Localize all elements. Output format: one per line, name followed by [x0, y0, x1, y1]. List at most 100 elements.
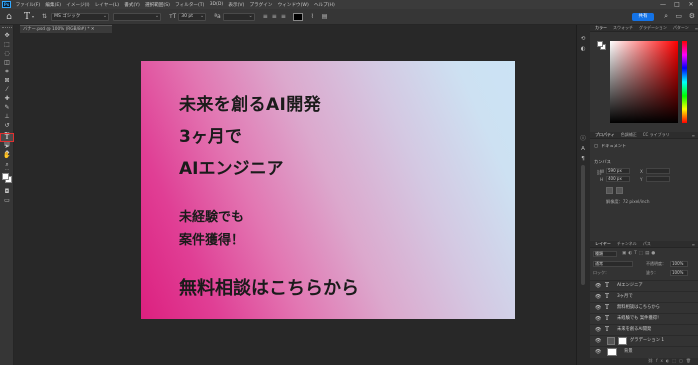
layer-row[interactable]: 👁 T 無料相談はこちらから [590, 302, 698, 313]
height-field[interactable]: 400 px [606, 176, 630, 182]
object-selection-tool-icon[interactable]: ◫ [0, 58, 14, 67]
menu-view[interactable]: 表示(V) [226, 2, 247, 8]
tab-channels[interactable]: チャンネル [614, 241, 640, 247]
link-icon[interactable]: ⛓ [596, 170, 602, 176]
type-tool-icon[interactable]: T [24, 12, 30, 22]
info-panel-icon[interactable]: ⓘ [578, 134, 588, 144]
menu-type[interactable]: 書式(Y) [122, 2, 143, 8]
tab-adjustments[interactable]: 色調補正 [618, 132, 640, 138]
crop-tool-icon[interactable]: ⌗ [0, 67, 14, 76]
warp-text-icon[interactable]: ⌇ [311, 13, 314, 20]
visibility-eye-icon[interactable]: 👁 [595, 327, 601, 333]
hand-tool-icon[interactable]: ✋ [0, 151, 14, 160]
tab-patterns[interactable]: パターン [670, 25, 692, 31]
layer-row[interactable]: 👁 T 3ヶ月で [590, 291, 698, 302]
fill-field[interactable]: 100% [670, 270, 688, 276]
blend-mode-select[interactable]: 通常 [593, 261, 633, 267]
menu-3d[interactable]: 3D(D) [207, 2, 226, 7]
maximize-button[interactable]: □ [670, 1, 684, 8]
layer-row[interactable]: 👁 グラデーション 1 [590, 335, 698, 346]
healing-brush-tool-icon[interactable]: ✚ [0, 94, 14, 103]
text-orientation-icon[interactable]: ⇅ [42, 13, 47, 20]
x-field[interactable] [646, 168, 670, 174]
tab-cc-libraries[interactable]: CC ライブラリ [640, 132, 673, 138]
font-style-select[interactable] [113, 12, 162, 21]
scrollbar-thumb[interactable] [581, 165, 585, 285]
y-field[interactable] [646, 176, 670, 182]
text-color-swatch[interactable] [292, 12, 303, 21]
color-spectrum-field[interactable] [610, 41, 678, 123]
history-panel-icon[interactable]: ⟲ [578, 34, 588, 44]
home-icon[interactable]: ⌂ [4, 12, 14, 22]
visibility-eye-icon[interactable]: 👁 [595, 316, 601, 322]
lasso-tool-icon[interactable]: ◌ [0, 49, 14, 58]
antialias-select[interactable] [222, 12, 255, 21]
width-field[interactable]: 590 px [606, 168, 630, 174]
menu-file[interactable]: ファイル(F) [13, 2, 43, 8]
tab-layers[interactable]: レイヤー [592, 241, 614, 247]
settings-icon[interactable]: ⚙ [689, 12, 695, 20]
minimize-button[interactable]: — [656, 1, 670, 8]
visibility-eye-icon[interactable]: 👁 [595, 283, 601, 289]
menu-edit[interactable]: 編集(E) [43, 2, 64, 8]
layer-filter-icons[interactable]: ▣◐T⬚▤● [622, 251, 657, 256]
panel-menu-icon[interactable]: ≡ [689, 242, 698, 247]
panel-menu-icon[interactable]: ≡ [692, 26, 698, 31]
marquee-tool-icon[interactable]: ⬚ [0, 40, 14, 49]
visibility-eye-icon[interactable]: 👁 [595, 338, 601, 344]
history-brush-tool-icon[interactable]: ↺ [0, 121, 14, 130]
align-center-icon[interactable]: ≡ [272, 13, 277, 20]
type-tool-icon[interactable]: T [0, 133, 14, 142]
share-button[interactable]: 共有 [632, 13, 654, 21]
visibility-eye-icon[interactable]: 👁 [595, 305, 601, 311]
search-icon[interactable]: ⌕ [664, 12, 668, 21]
menu-layer[interactable]: レイヤー(L) [92, 2, 122, 8]
panel-grip[interactable] [2, 27, 12, 28]
close-button[interactable]: ✕ [684, 1, 698, 8]
document-tab[interactable]: バナー.psd @ 100% (RGB/8#) * ✕ [20, 25, 112, 33]
menu-select[interactable]: 選択範囲(S) [142, 2, 172, 8]
layer-filter-select[interactable]: 種類 [593, 251, 617, 257]
layer-row[interactable]: 👁 T 未経験でも 案件獲得！ [590, 313, 698, 324]
tab-properties[interactable]: プロパティ [592, 132, 618, 138]
layer-row[interactable]: 👁 背景 [590, 346, 698, 357]
character-panel-icon[interactable]: ▤ [322, 13, 328, 20]
tab-gradients[interactable]: グラデーション [636, 25, 670, 31]
orientation-landscape-button[interactable] [616, 187, 623, 194]
align-left-icon[interactable]: ≡ [263, 13, 268, 20]
layer-row[interactable]: 👁 T AIエンジニア [590, 280, 698, 291]
panel-menu-icon[interactable]: ≡ [689, 133, 698, 138]
quick-mask-icon[interactable]: ◘ [0, 187, 14, 196]
tab-swatches[interactable]: スウォッチ [610, 25, 636, 31]
opacity-field[interactable]: 100% [670, 261, 688, 267]
visibility-eye-icon[interactable]: 👁 [595, 349, 601, 355]
eyedropper-tool-icon[interactable]: ⁄ [0, 85, 14, 94]
foreground-color-swatch[interactable] [2, 173, 9, 180]
tab-color[interactable]: カラー [592, 25, 610, 31]
paragraph-panel-icon[interactable]: ¶ [578, 154, 588, 164]
color-panel-foreground-swatch[interactable] [597, 41, 603, 47]
clone-stamp-tool-icon[interactable]: ⊥ [0, 112, 14, 121]
font-size-select[interactable]: 30 pt [178, 12, 207, 21]
orientation-portrait-button[interactable] [606, 187, 613, 194]
workspace-icon[interactable]: ▭ [675, 12, 682, 20]
brush-tool-icon[interactable]: ✎ [0, 103, 14, 112]
layer-row[interactable]: 👁 T 未来を創るAI開発 [590, 324, 698, 335]
menu-help[interactable]: ヘルプ(H) [311, 2, 337, 8]
character-panel-icon[interactable]: A [578, 144, 588, 154]
tab-paths[interactable]: パス [640, 241, 654, 247]
path-selection-tool-icon[interactable]: ➤ [0, 142, 14, 151]
visibility-eye-icon[interactable]: 👁 [595, 294, 601, 300]
move-tool-icon[interactable]: ✥ [0, 31, 14, 40]
menu-window[interactable]: ウィンドウ(W) [275, 2, 311, 8]
menu-plugins[interactable]: プラグイン [247, 2, 275, 8]
hue-slider[interactable] [682, 41, 687, 123]
adjustments-panel-icon[interactable]: ◐ [578, 44, 588, 54]
screen-mode-icon[interactable]: ▭ [0, 196, 14, 205]
tool-preset-chevron-icon[interactable]: ▾ [32, 14, 34, 19]
frame-tool-icon[interactable]: ⊠ [0, 76, 14, 85]
layers-footer-icons[interactable]: ⛓fx◐⬚▢🗑 [590, 358, 698, 365]
align-right-icon[interactable]: ≡ [281, 13, 286, 20]
menu-image[interactable]: イメージ(I) [64, 2, 92, 8]
font-family-select[interactable]: MS ゴシック [51, 12, 110, 21]
